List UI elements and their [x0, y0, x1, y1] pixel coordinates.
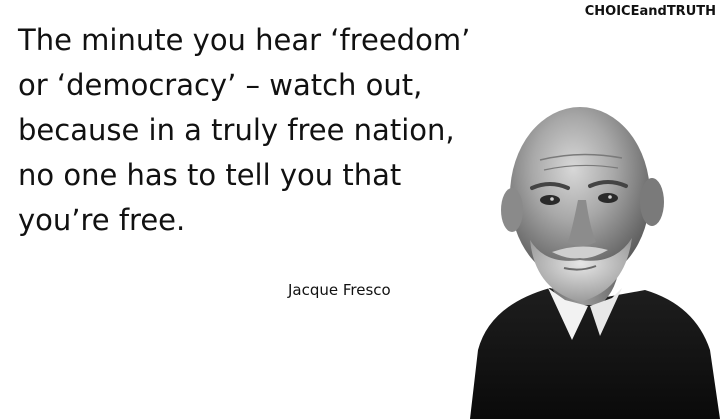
- author-name: Jacque Fresco: [288, 281, 391, 299]
- quote-line: The minute you hear ‘freedom’: [18, 23, 471, 57]
- brand-watermark: CHOICEandTRUTH: [584, 4, 716, 19]
- quote-card: CHOICEandTRUTH The minute you hear ‘free…: [0, 0, 720, 419]
- portrait-photo: [470, 107, 720, 419]
